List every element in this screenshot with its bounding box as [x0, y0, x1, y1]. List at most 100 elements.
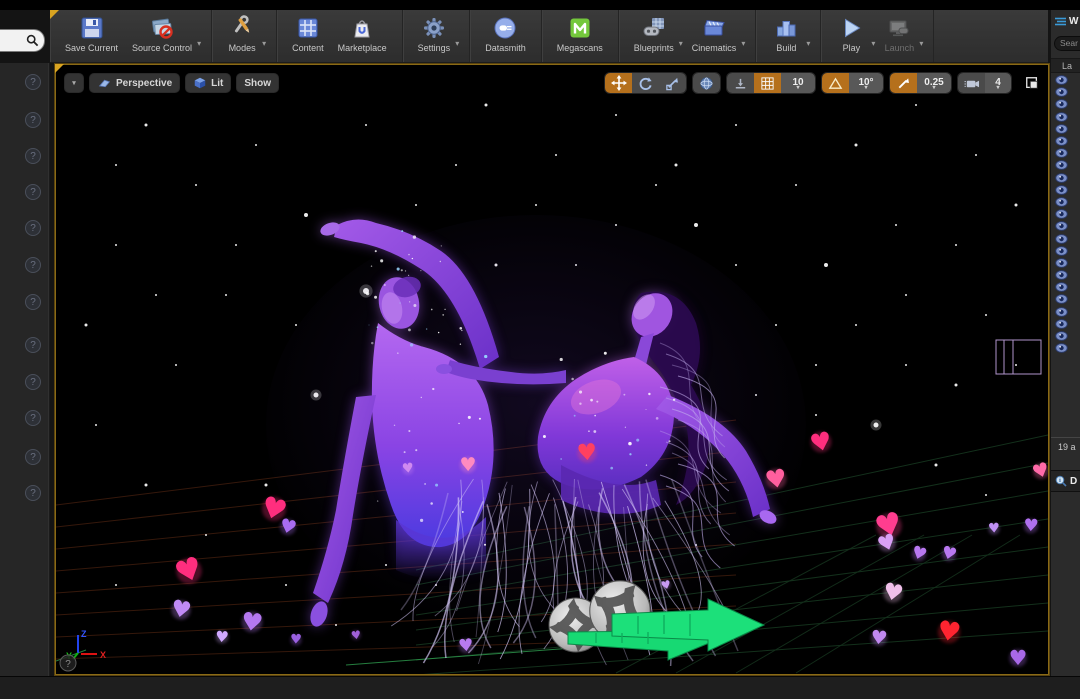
help-circle-icon[interactable]: ?: [25, 74, 41, 90]
maximize-viewport-button[interactable]: [1023, 75, 1040, 92]
help-circle-icon[interactable]: ?: [25, 112, 41, 128]
toolbar-button-datasmith[interactable]: Datasmith: [478, 10, 533, 62]
scale-snap-button[interactable]: [890, 73, 917, 93]
surface-snap-button[interactable]: [727, 73, 754, 93]
outliner-row[interactable]: [1051, 330, 1080, 342]
outliner-row[interactable]: [1051, 318, 1080, 330]
visibility-eye-icon[interactable]: [1055, 221, 1068, 232]
visibility-eye-icon[interactable]: [1055, 233, 1068, 244]
visibility-eye-icon[interactable]: [1055, 148, 1068, 159]
rotation-snap-button[interactable]: [822, 73, 849, 93]
outliner-label-column-header[interactable]: La: [1051, 58, 1080, 73]
toolbar-button-modes[interactable]: Modes: [220, 10, 264, 62]
visibility-eye-icon[interactable]: [1055, 197, 1068, 207]
outliner-row[interactable]: [1051, 111, 1080, 123]
visibility-eye-icon[interactable]: [1055, 270, 1068, 280]
grid-snap-button[interactable]: [754, 73, 781, 93]
toolbar-button-cinematics[interactable]: Cinematics: [685, 10, 744, 62]
world-outliner-header[interactable]: W: [1055, 16, 1078, 27]
visibility-eye-icon[interactable]: [1055, 99, 1068, 110]
outliner-row[interactable]: [1051, 293, 1080, 305]
rotate-tool-button[interactable]: [632, 73, 659, 93]
outliner-row[interactable]: [1051, 342, 1080, 354]
camera-mode-button[interactable]: Perspective: [89, 73, 181, 93]
scale-snap-value-button[interactable]: 0.25 ▾: [917, 73, 951, 93]
visibility-eye-icon[interactable]: [1055, 331, 1068, 341]
visibility-eye-icon[interactable]: [1055, 184, 1068, 195]
help-circle-icon[interactable]: ?: [25, 485, 41, 501]
outliner-row[interactable]: [1051, 306, 1080, 318]
help-circle-icon[interactable]: ?: [25, 449, 41, 465]
visibility-eye-icon[interactable]: [1055, 318, 1068, 329]
visibility-eye-icon[interactable]: [1055, 294, 1068, 305]
outliner-row[interactable]: [1051, 184, 1080, 196]
help-circle-icon[interactable]: ?: [25, 257, 41, 273]
help-circle-icon[interactable]: ?: [25, 184, 41, 200]
outliner-row[interactable]: [1051, 147, 1080, 159]
visibility-eye-icon[interactable]: [1055, 136, 1068, 146]
help-circle-icon[interactable]: ?: [25, 220, 41, 236]
outliner-row[interactable]: [1051, 281, 1080, 293]
help-circle-icon[interactable]: ?: [25, 337, 41, 353]
outliner-row[interactable]: [1051, 123, 1080, 135]
visibility-eye-icon[interactable]: [1055, 245, 1068, 256]
toolbar-button-save-current[interactable]: Save Current: [58, 10, 125, 62]
toolbar-button-label: Marketplace: [337, 43, 387, 53]
camera-speed-value-button[interactable]: 4 ▾: [985, 73, 1011, 93]
help-circle-icon[interactable]: ?: [25, 374, 41, 390]
help-circle-icon[interactable]: ?: [25, 410, 41, 426]
outliner-row[interactable]: [1051, 196, 1080, 208]
visibility-eye-icon[interactable]: [1055, 282, 1068, 293]
scale-tool-button[interactable]: [659, 73, 686, 93]
help-circle-icon[interactable]: ?: [25, 294, 41, 310]
show-flags-button[interactable]: Show: [236, 73, 280, 93]
visibility-eye-icon[interactable]: [1055, 111, 1068, 122]
toolbar-button-blueprints[interactable]: Blueprints: [627, 10, 681, 62]
outliner-row[interactable]: [1051, 98, 1080, 110]
visibility-eye-icon[interactable]: [1055, 343, 1068, 354]
toolbar-button-launch[interactable]: Launch: [877, 10, 921, 62]
rotation-snap-value-button[interactable]: 10° ▾: [849, 73, 883, 93]
visibility-eye-icon[interactable]: [1055, 306, 1068, 317]
toolbar-button-build[interactable]: Build: [764, 10, 808, 62]
outliner-row[interactable]: [1051, 135, 1080, 147]
help-circle-icon[interactable]: ?: [25, 148, 41, 164]
outliner-row[interactable]: [1051, 245, 1080, 257]
grid-snap-value-button[interactable]: 10 ▾: [781, 73, 815, 93]
outliner-row[interactable]: [1051, 232, 1080, 244]
viewport-help-button[interactable]: ?: [59, 654, 77, 672]
outliner-row[interactable]: [1051, 159, 1080, 171]
visibility-eye-icon[interactable]: [1055, 123, 1068, 134]
outliner-row[interactable]: [1051, 220, 1080, 232]
viewport-canvas[interactable]: ♥♥♥♥♥♥♥♥♥♥♥♥♥♥♥♥♥♥♥♥♥♥♥♥♥♥♥♥: [56, 65, 1048, 674]
outliner-row[interactable]: [1051, 257, 1080, 269]
toolbar-button-play[interactable]: Play: [829, 10, 873, 62]
outliner-row[interactable]: [1051, 208, 1080, 220]
viewport[interactable]: ♥♥♥♥♥♥♥♥♥♥♥♥♥♥♥♥♥♥♥♥♥♥♥♥♥♥♥♥: [55, 64, 1049, 675]
viewport-options-button[interactable]: ▾: [64, 73, 84, 93]
toolbar-button-label: Build: [776, 43, 797, 53]
toolbar-button-source-control[interactable]: Source Control: [125, 10, 199, 62]
outliner-row[interactable]: [1051, 269, 1080, 281]
toolbar-button-marketplace[interactable]: Marketplace: [331, 10, 394, 62]
outliner-row[interactable]: [1051, 172, 1080, 184]
camera-speed-button[interactable]: [958, 73, 985, 93]
visibility-eye-icon[interactable]: [1055, 75, 1068, 85]
toolbar-button-content[interactable]: Content: [285, 10, 331, 62]
visibility-eye-icon[interactable]: [1055, 172, 1068, 183]
move-tool-button[interactable]: [605, 73, 632, 93]
outliner-search-input[interactable]: Sear: [1054, 36, 1080, 51]
outliner-row[interactable]: [1051, 86, 1080, 98]
visibility-eye-icon[interactable]: [1055, 87, 1068, 98]
view-mode-button[interactable]: Lit: [185, 73, 232, 93]
outliner-row[interactable]: [1051, 74, 1080, 86]
toolbar-button-settings[interactable]: Settings: [411, 10, 458, 62]
left-search-input[interactable]: [6, 35, 26, 46]
left-search-box[interactable]: [0, 29, 45, 52]
world-coordinate-button[interactable]: [693, 73, 720, 93]
toolbar-button-megascans[interactable]: Megascans: [550, 10, 610, 62]
visibility-eye-icon[interactable]: [1055, 209, 1068, 220]
details-panel-header[interactable]: i D: [1051, 470, 1080, 492]
visibility-eye-icon[interactable]: [1055, 160, 1068, 171]
visibility-eye-icon[interactable]: [1055, 258, 1068, 268]
